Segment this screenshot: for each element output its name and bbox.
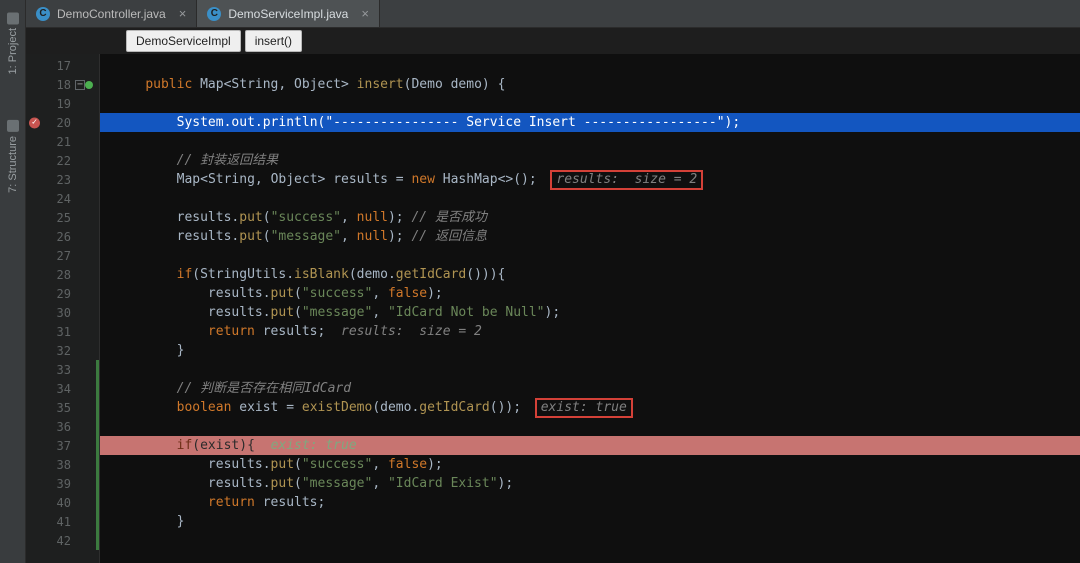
code-line[interactable]: if(exist){ exist: true [100,436,1080,455]
code-line[interactable]: results.put("message", "IdCard Not be Nu… [100,303,1080,322]
gutter-line[interactable]: 35 [26,398,99,417]
gutter-line[interactable]: 24 [26,189,99,208]
gutter-line[interactable]: 29 [26,284,99,303]
code-line[interactable]: results.put("success", false); [100,455,1080,474]
tab-demo-controller[interactable]: C DemoController.java × [26,0,197,27]
class-icon: C [36,7,50,21]
gutter-line[interactable]: 28 [26,265,99,284]
breakpoint-icon[interactable]: ✓ [29,117,40,128]
gutter-line[interactable]: 40 [26,493,99,512]
main-area: C DemoController.java × C DemoServiceImp… [26,0,1080,563]
gutter-line[interactable]: 17 [26,56,99,75]
code-line[interactable] [100,132,1080,151]
code-line[interactable]: results.put("success", null); // 是否成功 [100,208,1080,227]
code-line[interactable]: // 封装返回结果 [100,151,1080,170]
code-line[interactable] [100,94,1080,113]
close-icon[interactable]: × [361,6,369,21]
project-icon [7,12,19,24]
left-tool-stripe: 1: Project 7: Structure [0,0,26,563]
toolwindow-label: 1: Project [7,28,19,74]
editor-tabs: C DemoController.java × C DemoServiceImp… [26,0,1080,28]
gutter-line[interactable]: 20✓ [26,113,99,132]
code-line[interactable]: Map<String, Object> results = new HashMa… [100,170,1080,189]
class-icon: C [207,7,221,21]
toolwindow-label: 7: Structure [7,136,19,193]
vcs-change-marker [96,436,99,455]
gutter-line[interactable]: 21 [26,132,99,151]
code-line[interactable]: } [100,512,1080,531]
structure-icon [7,120,19,132]
breadcrumb-bar: DemoServiceImpl insert() [26,28,1080,54]
code-line[interactable]: return results; [100,493,1080,512]
code-area[interactable]: public Map<String, Object> insert(Demo d… [100,54,1080,563]
gutter-line[interactable]: 33 [26,360,99,379]
gutter-line[interactable]: 32 [26,341,99,360]
gutter-line[interactable]: 19 [26,94,99,113]
code-line[interactable] [100,417,1080,436]
gutter-line[interactable]: 42 [26,531,99,550]
gutter-line[interactable]: 26 [26,227,99,246]
code-line[interactable]: System.out.println("---------------- Ser… [100,113,1080,132]
tab-label: DemoServiceImpl.java [228,7,348,21]
vcs-change-marker [96,474,99,493]
code-line[interactable]: return results; results: size = 2 [100,322,1080,341]
code-line[interactable]: } [100,341,1080,360]
gutter-line[interactable]: 25 [26,208,99,227]
gutter-line[interactable]: 30 [26,303,99,322]
vcs-change-marker [96,512,99,531]
code-line[interactable]: results.put("message", "IdCard Exist"); [100,474,1080,493]
code-line[interactable] [100,246,1080,265]
code-line[interactable]: boolean exist = existDemo(demo.getIdCard… [100,398,1080,417]
gutter[interactable]: 1718−1920✓212223242526272829303132333435… [26,54,100,563]
toolwindow-structure[interactable]: 7: Structure [5,112,21,201]
gutter-line[interactable]: 27 [26,246,99,265]
code-line[interactable]: public Map<String, Object> insert(Demo d… [100,75,1080,94]
gutter-line[interactable]: 23 [26,170,99,189]
gutter-line[interactable]: 31 [26,322,99,341]
vcs-change-marker [96,531,99,550]
code-editor[interactable]: 1718−1920✓212223242526272829303132333435… [26,54,1080,563]
vcs-change-marker [96,455,99,474]
breadcrumb[interactable]: DemoServiceImpl [126,30,241,52]
tab-label: DemoController.java [57,7,166,21]
code-line[interactable]: // 判断是否存在相同IdCard [100,379,1080,398]
gutter-line[interactable]: 39 [26,474,99,493]
code-line[interactable] [100,56,1080,75]
vcs-change-marker [96,360,99,379]
gutter-line[interactable]: 41 [26,512,99,531]
breadcrumb[interactable]: insert() [245,30,302,52]
gutter-line[interactable]: 37 [26,436,99,455]
gutter-line[interactable]: 38 [26,455,99,474]
vcs-change-marker [96,398,99,417]
close-icon[interactable]: × [179,6,187,21]
code-line[interactable] [100,531,1080,550]
fold-icon[interactable]: − [75,80,85,90]
code-line[interactable]: results.put("message", null); // 返回信息 [100,227,1080,246]
code-line[interactable] [100,360,1080,379]
code-line[interactable] [100,189,1080,208]
gutter-line[interactable]: 34 [26,379,99,398]
gutter-line[interactable]: 22 [26,151,99,170]
vcs-change-marker [96,417,99,436]
gutter-line[interactable]: 18− [26,75,99,94]
vcs-change-marker [96,379,99,398]
vcs-change-marker [96,493,99,512]
code-line[interactable]: if(StringUtils.isBlank(demo.getIdCard())… [100,265,1080,284]
code-line[interactable]: results.put("success", false); [100,284,1080,303]
tab-demo-service-impl[interactable]: C DemoServiceImpl.java × [197,0,380,27]
toolwindow-project[interactable]: 1: Project [5,4,21,82]
gutter-ok-icon[interactable] [85,81,93,89]
gutter-line[interactable]: 36 [26,417,99,436]
